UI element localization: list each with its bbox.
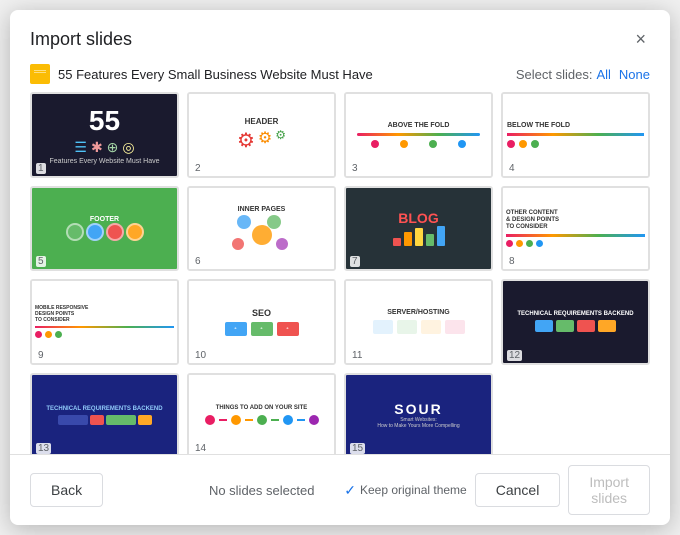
slide-number-11: 11 bbox=[350, 350, 364, 361]
slide-thumb-6[interactable]: INNER PAGES 6 bbox=[187, 186, 336, 272]
slide-thumb-1[interactable]: 55 ☰ ✱ ⊕ ◎ Features Every Website Must H… bbox=[30, 92, 179, 178]
slide-thumb-15[interactable]: SOUR Smart Websites:How to Make Yours Mo… bbox=[344, 373, 493, 454]
slide-canvas-9: MOBILE RESPONSIVEDESIGN POINTSTO CONSIDE… bbox=[32, 281, 177, 363]
select-none-link[interactable]: None bbox=[619, 67, 650, 82]
slide-canvas-15: SOUR Smart Websites:How to Make Yours Mo… bbox=[346, 375, 491, 454]
slide-number-3: 3 bbox=[350, 163, 360, 174]
select-all-link[interactable]: All bbox=[596, 67, 610, 82]
subtitle-row: 55 Features Every Small Business Website… bbox=[10, 60, 670, 92]
slide-canvas-4: BELOW THE FOLD bbox=[503, 94, 648, 176]
slide-canvas-11: SERVER/HOSTING bbox=[346, 281, 491, 363]
slide-canvas-14: THINGS TO ADD ON YOUR SITE bbox=[189, 375, 334, 454]
slide-thumb-12[interactable]: TECHNICAL REQUIREMENTS BACKEND 12 bbox=[501, 279, 650, 365]
slide-number-4: 4 bbox=[507, 163, 517, 174]
slide-canvas-6: INNER PAGES bbox=[189, 188, 334, 270]
slide-number-8: 8 bbox=[507, 256, 517, 267]
slide-thumb-3[interactable]: ABOVE THE FOLD 3 bbox=[344, 92, 493, 178]
slide-number-5: 5 bbox=[36, 256, 46, 267]
slide-canvas-2: HEADER ⚙ ⚙ ⚙ bbox=[189, 94, 334, 176]
slide-number-2: 2 bbox=[193, 163, 203, 174]
slide-canvas-10: SEO ⚬ ⚬ ⚬ bbox=[189, 281, 334, 363]
slide-number-15: 15 bbox=[350, 443, 365, 454]
dialog-footer: Back No slides selected ✓ Keep original … bbox=[10, 454, 670, 525]
footer-center: No slides selected bbox=[187, 483, 336, 498]
keep-theme-label: Keep original theme bbox=[360, 483, 467, 497]
slide-canvas-12: TECHNICAL REQUIREMENTS BACKEND bbox=[503, 281, 648, 363]
slide-number-12: 12 bbox=[507, 350, 522, 361]
back-button[interactable]: Back bbox=[30, 473, 103, 507]
slides-grid-wrapper[interactable]: 55 ☰ ✱ ⊕ ◎ Features Every Website Must H… bbox=[10, 92, 670, 454]
slide-canvas-8: OTHER CONTENT& DESIGN POINTSTO CONSIDER bbox=[503, 188, 648, 270]
slide-thumb-2[interactable]: HEADER ⚙ ⚙ ⚙ 2 bbox=[187, 92, 336, 178]
slide-number-10: 10 bbox=[193, 350, 208, 361]
select-slides-row: Select slides: All None bbox=[516, 67, 650, 82]
slide-thumb-13[interactable]: TECHNICAL REQUIREMENTS BACKEND 13 bbox=[30, 373, 179, 454]
slide-number-9: 9 bbox=[36, 350, 46, 361]
import-slides-button[interactable]: Import slides bbox=[568, 465, 650, 515]
slide-number-14: 14 bbox=[193, 443, 208, 454]
slide-thumb-14[interactable]: THINGS TO ADD ON YOUR SITE 14 bbox=[187, 373, 336, 454]
cancel-button[interactable]: Cancel bbox=[475, 473, 561, 507]
keep-theme-check: ✓ bbox=[344, 482, 356, 499]
slide-canvas-5: FOOTER bbox=[32, 188, 177, 270]
slide-canvas-1: 55 ☰ ✱ ⊕ ◎ Features Every Website Must H… bbox=[32, 94, 177, 176]
slide-canvas-3: ABOVE THE FOLD bbox=[346, 94, 491, 176]
slide-number-6: 6 bbox=[193, 256, 203, 267]
slide-canvas-13: TECHNICAL REQUIREMENTS BACKEND bbox=[32, 375, 177, 454]
slide-number-1: 1 bbox=[36, 163, 46, 174]
presentation-info: 55 Features Every Small Business Website… bbox=[30, 64, 373, 84]
slide-number-13: 13 bbox=[36, 443, 51, 454]
footer-right: ✓ Keep original theme Cancel Import slid… bbox=[344, 465, 650, 515]
slide-thumb-10[interactable]: SEO ⚬ ⚬ ⚬ 10 bbox=[187, 279, 336, 365]
slide-thumb-11[interactable]: SERVER/HOSTING 11 bbox=[344, 279, 493, 365]
presentation-title: 55 Features Every Small Business Website… bbox=[58, 67, 373, 82]
selection-status: No slides selected bbox=[209, 483, 315, 498]
close-button[interactable]: × bbox=[631, 26, 650, 52]
import-slides-dialog: Import slides × 55 Features Every Small … bbox=[10, 10, 670, 525]
slide-thumb-9[interactable]: MOBILE RESPONSIVEDESIGN POINTSTO CONSIDE… bbox=[30, 279, 179, 365]
slide-thumb-8[interactable]: OTHER CONTENT& DESIGN POINTSTO CONSIDER … bbox=[501, 186, 650, 272]
footer-left: Back bbox=[30, 473, 179, 507]
slide-thumb-4[interactable]: BELOW THE FOLD 4 bbox=[501, 92, 650, 178]
slide-thumb-7[interactable]: BLOG 7 bbox=[344, 186, 493, 272]
dialog-title: Import slides bbox=[30, 29, 132, 50]
presentation-icon bbox=[30, 64, 50, 84]
select-slides-label: Select slides: bbox=[516, 67, 593, 82]
slide-canvas-7: BLOG bbox=[346, 188, 491, 270]
slide-number-7: 7 bbox=[350, 256, 360, 267]
slide-thumb-5[interactable]: FOOTER 5 bbox=[30, 186, 179, 272]
slides-grid: 55 ☰ ✱ ⊕ ◎ Features Every Website Must H… bbox=[30, 92, 650, 454]
dialog-header: Import slides × bbox=[10, 10, 670, 60]
keep-theme-option[interactable]: ✓ Keep original theme bbox=[344, 482, 466, 499]
